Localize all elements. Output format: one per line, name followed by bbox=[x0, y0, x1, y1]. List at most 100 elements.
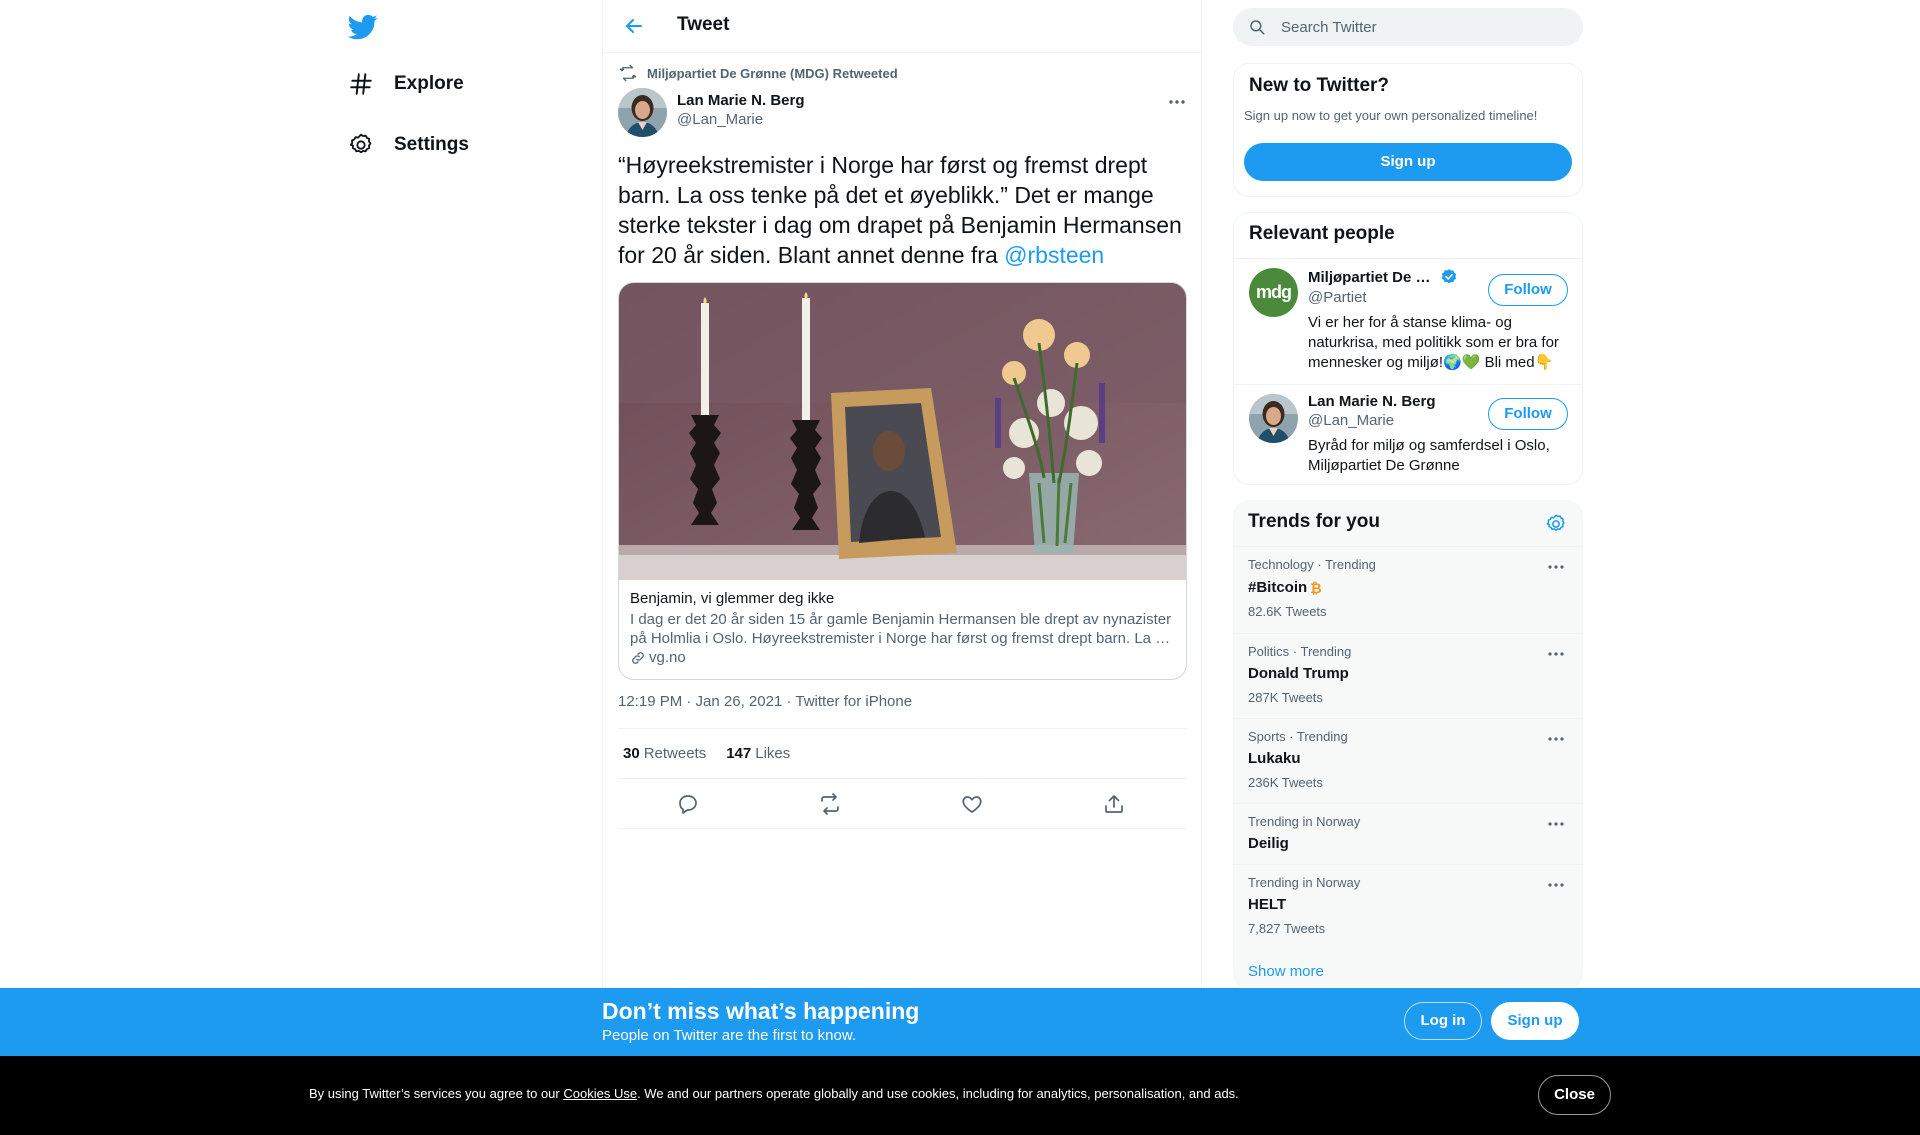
nav-settings-label: Settings bbox=[394, 134, 469, 155]
new-to-twitter-box: New to Twitter? Sign up now to get your … bbox=[1233, 63, 1583, 197]
new-to-twitter-subtitle: Sign up now to get your own personalized… bbox=[1244, 108, 1538, 123]
banner-subtitle: People on Twitter are the first to know. bbox=[602, 1027, 857, 1044]
cookie-text-before: By using Twitter’s services you agree to… bbox=[309, 1086, 564, 1101]
retweets-label: Retweets bbox=[643, 745, 707, 762]
more-options-icon[interactable] bbox=[1166, 92, 1188, 112]
sign-up-button[interactable]: Sign up bbox=[1244, 143, 1572, 181]
tweet-meta: 12:19 PM · Jan 26, 2021 · Twitter for iP… bbox=[618, 693, 912, 710]
person-name[interactable]: Lan Marie N. Berg bbox=[1308, 393, 1436, 410]
trend-count: 7,827 Tweets bbox=[1248, 921, 1326, 936]
back-arrow-icon[interactable] bbox=[622, 14, 646, 38]
tweet-timestamp[interactable]: 12:19 PM · Jan 26, 2021 bbox=[618, 693, 782, 710]
likes-stat[interactable]: 147 Likes bbox=[726, 745, 790, 762]
retweet-context[interactable]: Miljøpartiet De Grønne (MDG) Retweeted bbox=[619, 64, 898, 82]
card-domain: vg.no bbox=[630, 649, 686, 666]
page-title: Tweet bbox=[677, 14, 730, 35]
retweet-action-icon[interactable] bbox=[818, 792, 842, 816]
divider bbox=[1234, 384, 1582, 385]
search-icon bbox=[1248, 18, 1266, 36]
author-name[interactable]: Lan Marie N. Berg bbox=[677, 92, 805, 109]
mention-link[interactable]: @rbsteen bbox=[1004, 242, 1104, 268]
likes-count: 147 bbox=[726, 745, 752, 762]
tweet-stats: 30 Retweets 147 Likes bbox=[618, 728, 1187, 779]
trends-title: Trends for you bbox=[1248, 511, 1380, 532]
card-description: I dag er det 20 år siden 15 år gamle Ben… bbox=[630, 611, 1172, 647]
trend-category: Politics · Trending bbox=[1248, 644, 1352, 659]
trend-item[interactable]: Trending in Norway HELT 7,827 Tweets bbox=[1233, 864, 1583, 949]
card-image bbox=[619, 283, 1186, 580]
nav-explore-label: Explore bbox=[394, 73, 464, 94]
more-options-icon[interactable] bbox=[1546, 875, 1566, 895]
search-box[interactable] bbox=[1233, 8, 1583, 46]
show-more-link[interactable]: Show more bbox=[1248, 963, 1324, 980]
share-icon[interactable] bbox=[1102, 792, 1126, 816]
person-name: Miljøpartiet De Gr… bbox=[1308, 268, 1435, 286]
cookies-use-link[interactable]: Cookies Use bbox=[563, 1086, 637, 1101]
tweet-source[interactable]: Twitter for iPhone bbox=[795, 693, 912, 710]
person-name-row[interactable]: Miljøpartiet De Gr… bbox=[1308, 268, 1458, 286]
trend-name: Lukaku bbox=[1248, 750, 1301, 767]
more-options-icon[interactable] bbox=[1546, 814, 1566, 834]
nav-item-explore[interactable]: Explore bbox=[344, 62, 464, 106]
retweet-icon bbox=[619, 64, 647, 82]
trends-box: Trends for you Technology · Trending #Bi… bbox=[1233, 500, 1583, 990]
relevant-people-title: Relevant people bbox=[1249, 223, 1395, 244]
signup-banner bbox=[0, 988, 1920, 1056]
like-icon[interactable] bbox=[960, 792, 984, 816]
card-domain-text: vg.no bbox=[649, 649, 686, 666]
nav-item-settings[interactable]: Settings bbox=[344, 123, 469, 167]
retweeted-by-text: Miljøpartiet De Grønne (MDG) Retweeted bbox=[647, 65, 898, 81]
more-options-icon[interactable] bbox=[1546, 644, 1566, 664]
bitcoin-emoji: ₿ bbox=[1310, 579, 1322, 596]
banner-title: Don’t miss what’s happening bbox=[602, 998, 920, 1024]
follow-button[interactable]: Follow bbox=[1488, 398, 1568, 430]
hashtag-icon bbox=[344, 67, 378, 101]
tweet-actions bbox=[618, 779, 1187, 829]
tweet-text: “Høyreekstremister i Norge har først og … bbox=[618, 150, 1190, 270]
likes-label: Likes bbox=[755, 745, 791, 762]
trend-item[interactable]: Politics · Trending Donald Trump 287K Tw… bbox=[1233, 633, 1583, 718]
trend-count: 236K Tweets bbox=[1248, 775, 1323, 790]
trend-category: Trending in Norway bbox=[1248, 875, 1361, 890]
author-avatar[interactable] bbox=[618, 88, 667, 137]
follow-button[interactable]: Follow bbox=[1488, 274, 1568, 306]
trends-settings-icon[interactable] bbox=[1545, 513, 1567, 535]
link-icon bbox=[630, 650, 646, 666]
mdg-avatar-text: mdg bbox=[1256, 282, 1292, 302]
trend-name: HELT bbox=[1248, 896, 1287, 913]
new-to-twitter-title: New to Twitter? bbox=[1249, 75, 1390, 96]
verified-badge-icon bbox=[1440, 268, 1458, 286]
close-button[interactable]: Close bbox=[1538, 1075, 1611, 1115]
trend-item[interactable]: Technology · Trending #Bitcoin ₿ 82.6K Tw… bbox=[1233, 546, 1583, 633]
trend-category: Trending in Norway bbox=[1248, 814, 1361, 829]
trend-name: #Bitcoin ₿ bbox=[1248, 579, 1322, 596]
divider bbox=[1234, 258, 1582, 259]
relevant-people-box: Relevant people mdg Miljøpartiet De Gr… … bbox=[1233, 212, 1583, 485]
trend-item[interactable]: Trending in Norway Deilig bbox=[1233, 803, 1583, 864]
person-handle[interactable]: @Lan_Marie bbox=[1308, 412, 1394, 429]
trend-name: Deilig bbox=[1248, 835, 1289, 852]
banner-sign-up-button[interactable]: Sign up bbox=[1491, 1002, 1579, 1040]
trend-category: Sports · Trending bbox=[1248, 729, 1348, 744]
trend-item[interactable]: Sports · Trending Lukaku 236K Tweets bbox=[1233, 718, 1583, 803]
card-title: Benjamin, vi glemmer deg ikke bbox=[630, 590, 835, 607]
mdg-avatar[interactable]: mdg bbox=[1249, 268, 1298, 317]
link-card[interactable]: Benjamin, vi glemmer deg ikke I dag er d… bbox=[618, 282, 1187, 680]
trend-count: 287K Tweets bbox=[1248, 690, 1323, 705]
more-options-icon[interactable] bbox=[1546, 557, 1566, 577]
person-bio: Vi er her for å stanse klima- og naturkr… bbox=[1308, 314, 1559, 371]
log-in-button[interactable]: Log in bbox=[1404, 1002, 1482, 1040]
cookie-text-after: . We and our partners operate globally a… bbox=[637, 1086, 1239, 1101]
trend-name-text: #Bitcoin bbox=[1248, 579, 1308, 596]
twitter-logo-icon[interactable] bbox=[348, 12, 378, 42]
retweets-stat[interactable]: 30 Retweets bbox=[623, 745, 706, 762]
author-handle[interactable]: @Lan_Marie bbox=[677, 111, 763, 128]
trend-category: Technology · Trending bbox=[1248, 557, 1376, 572]
retweets-count: 30 bbox=[623, 745, 640, 762]
more-options-icon[interactable] bbox=[1546, 729, 1566, 749]
trend-name: Donald Trump bbox=[1248, 665, 1349, 682]
person-handle[interactable]: @Partiet bbox=[1308, 289, 1367, 306]
person-avatar[interactable] bbox=[1249, 394, 1298, 443]
reply-icon[interactable] bbox=[676, 792, 700, 816]
search-input[interactable] bbox=[1281, 8, 1571, 46]
